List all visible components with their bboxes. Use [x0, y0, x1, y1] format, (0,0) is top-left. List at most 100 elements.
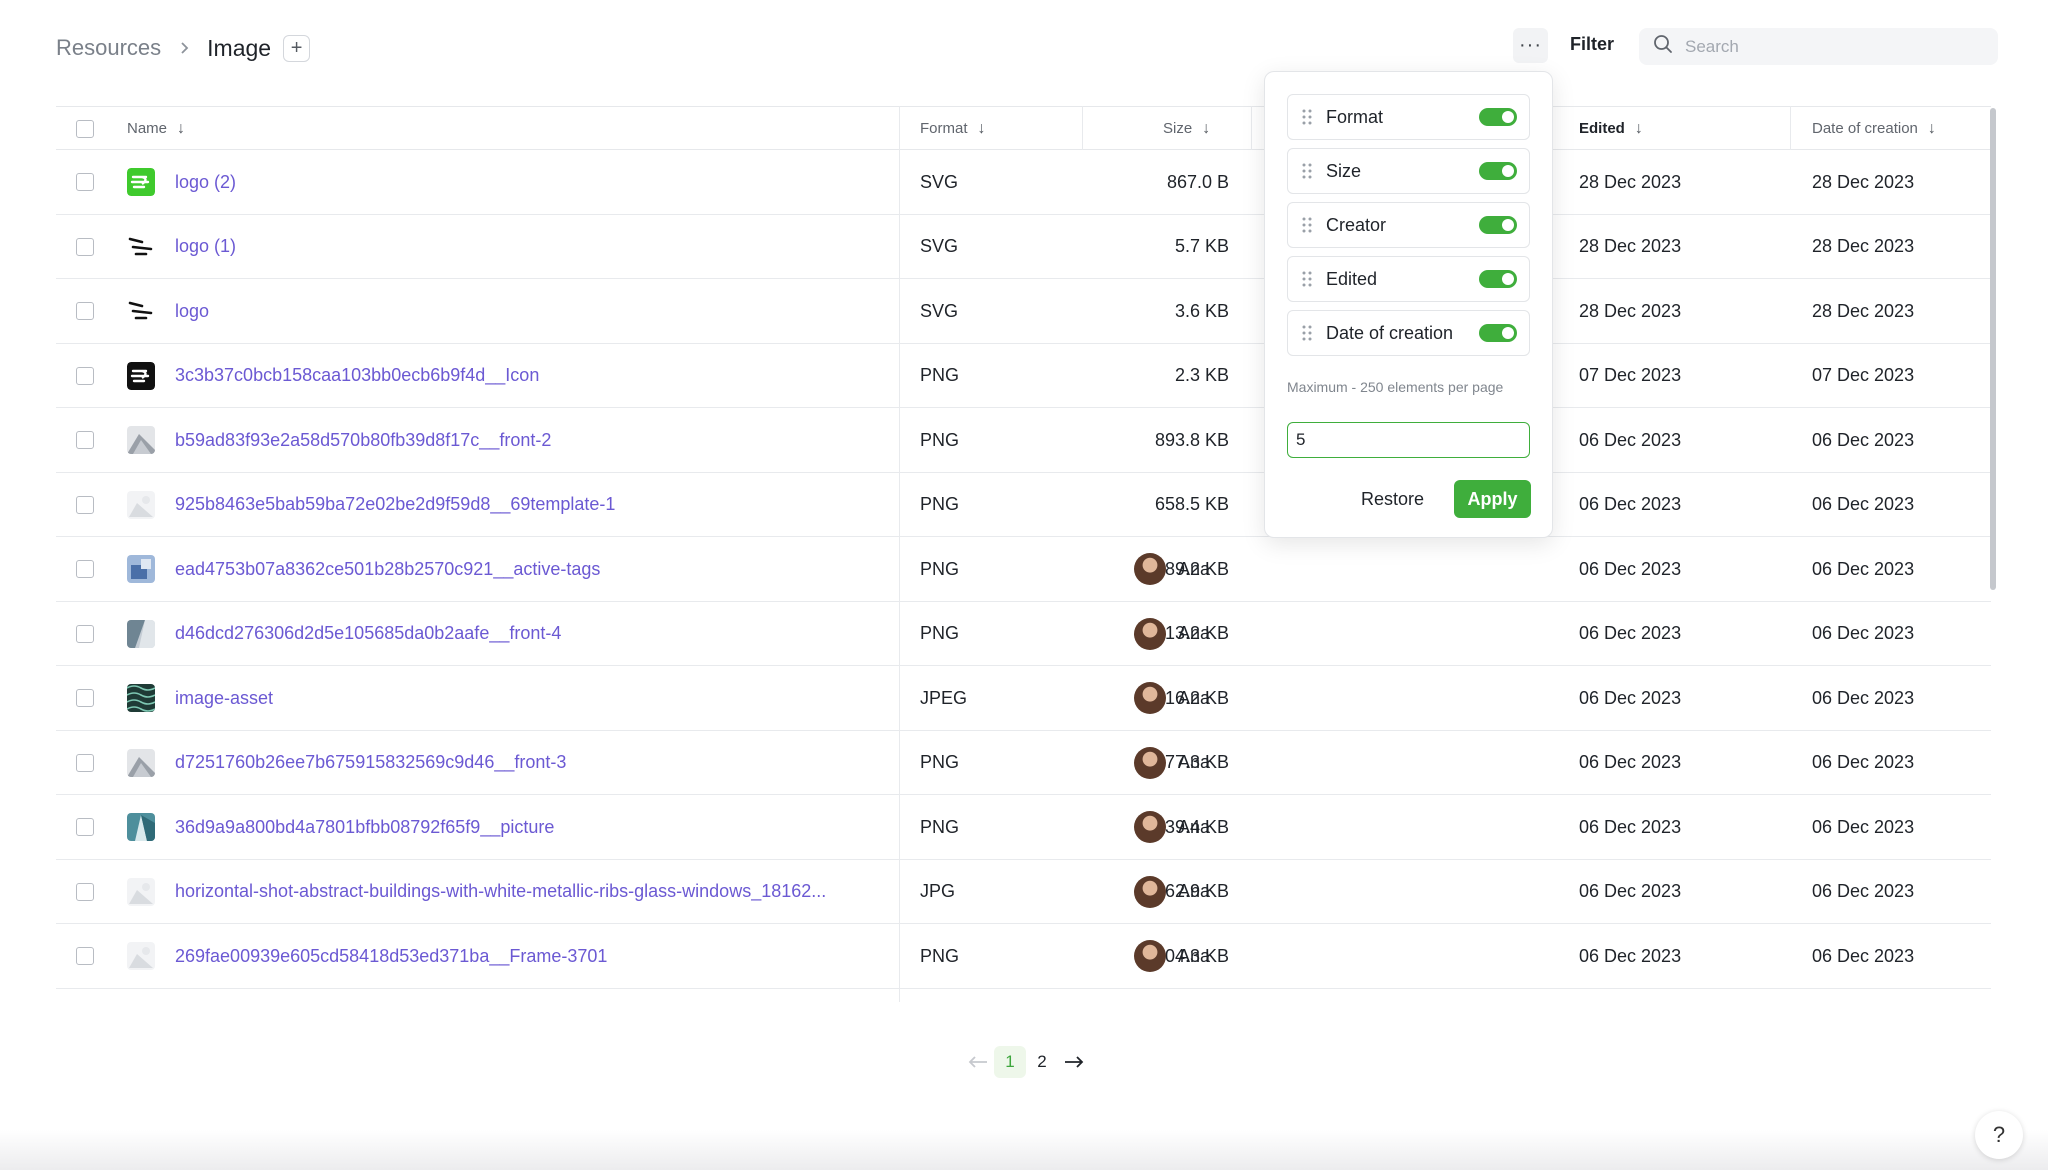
more-options-button[interactable]: ···	[1513, 28, 1548, 63]
column-toggle-item[interactable]: Format	[1287, 94, 1530, 140]
table-row[interactable]: 3c3b37c0bcb158caa103bb0ecb6b9f4d__Icon PN…	[56, 344, 1991, 408]
drag-handle-icon[interactable]	[1302, 163, 1312, 179]
table-row[interactable]: logo (1) SVG 5.7 KB 28 Dec 2023 28 Dec 2023	[56, 215, 1991, 279]
column-visibility-toggle[interactable]	[1479, 108, 1517, 126]
column-visibility-toggle[interactable]	[1479, 324, 1517, 342]
breadcrumb-resources-link[interactable]: Resources	[56, 35, 161, 61]
table-scrollbar[interactable]	[1990, 108, 1996, 590]
table-row[interactable]: 269fae00939e605cd58418d53ed371ba__Frame-…	[56, 924, 1991, 989]
page-2-button[interactable]: 2	[1026, 1046, 1058, 1078]
file-name-link[interactable]: logo (2)	[175, 172, 236, 193]
table-row[interactable]: ead4753b07a8362ce501b28b2570c921__active…	[56, 537, 1991, 602]
file-name-link[interactable]: 925b8463e5bab59ba72e02be2d9f59d8__69temp…	[175, 494, 615, 515]
table-row[interactable]: logo (2) SVG 867.0 B 28 Dec 2023 28 Dec 2023	[56, 150, 1991, 215]
row-checkbox[interactable]	[76, 495, 94, 514]
page-size-input[interactable]	[1287, 422, 1530, 458]
created-date-cell: 06 Dec 2023	[1812, 945, 1915, 966]
column-toggle-item[interactable]: Date of creation	[1287, 310, 1530, 356]
column-header-size[interactable]: Size ↓	[1163, 107, 1210, 150]
table-row[interactable]: horizontal-shot-abstract-buildings-with-…	[56, 860, 1991, 924]
name-cell: logo (1)	[127, 215, 236, 279]
column-toggle-item[interactable]: Size	[1287, 148, 1530, 194]
filter-button[interactable]: Filter	[1570, 34, 1614, 55]
help-button[interactable]: ?	[1975, 1111, 2023, 1159]
row-checkbox[interactable]	[76, 173, 94, 191]
column-header-edited[interactable]: Edited ↓	[1579, 107, 1643, 150]
creator-cell: Ana	[1134, 795, 1210, 859]
row-checkbox[interactable]	[76, 624, 94, 643]
table-row[interactable]: d7251760b26ee7b675915832569c9d46__front-…	[56, 731, 1991, 795]
name-cell: 36d9a9a800bd4a7801bfbb08792f65f9__pictur…	[127, 795, 554, 859]
select-all-checkbox[interactable]	[76, 119, 94, 138]
column-visibility-toggle[interactable]	[1479, 216, 1517, 234]
name-cell: d46dcd276306d2d5e105685da0b2aafe__front-…	[127, 602, 561, 666]
column-header-name[interactable]: Name ↓	[127, 107, 185, 150]
file-thumbnail	[127, 555, 155, 583]
file-thumbnail	[127, 361, 155, 390]
column-header-created[interactable]: Date of creation ↓	[1812, 107, 1936, 150]
row-select-cell	[76, 408, 94, 472]
drag-handle-icon[interactable]	[1302, 109, 1312, 125]
row-checkbox[interactable]	[76, 366, 94, 385]
row-checkbox[interactable]	[76, 560, 94, 578]
row-checkbox[interactable]	[76, 947, 94, 965]
previous-page-button[interactable]	[962, 1046, 994, 1078]
file-name-link[interactable]: logo	[175, 301, 209, 322]
table-row[interactable]: d46dcd276306d2d5e105685da0b2aafe__front-…	[56, 602, 1991, 666]
table-row[interactable]: logo SVG 3.6 KB 28 Dec 2023 28 Dec 2023	[56, 279, 1991, 344]
drag-handle-icon[interactable]	[1302, 217, 1312, 233]
apply-button[interactable]: Apply	[1454, 480, 1531, 518]
sort-arrow-icon: ↓	[1202, 119, 1211, 137]
page-1-button[interactable]: 1	[994, 1046, 1026, 1078]
column-visibility-toggle[interactable]	[1479, 270, 1517, 288]
file-name-link[interactable]: 36d9a9a800bd4a7801bfbb08792f65f9__pictur…	[175, 817, 554, 838]
creator-cell: Ana	[1134, 731, 1210, 795]
search-input[interactable]	[1685, 36, 1965, 57]
restore-button[interactable]: Restore	[1361, 480, 1424, 518]
row-checkbox[interactable]	[76, 882, 94, 901]
next-page-button[interactable]	[1058, 1046, 1090, 1078]
table-row[interactable]: 36d9a9a800bd4a7801bfbb08792f65f9__pictur…	[56, 795, 1991, 860]
row-checkbox[interactable]	[76, 753, 94, 772]
name-cell: ead4753b07a8362ce501b28b2570c921__active…	[127, 537, 600, 601]
file-thumbnail	[127, 232, 155, 261]
file-name-link[interactable]: horizontal-shot-abstract-buildings-with-…	[175, 881, 826, 902]
row-checkbox[interactable]	[76, 237, 94, 256]
name-cell: 269fae00939e605cd58418d53ed371ba__Frame-…	[127, 924, 607, 988]
table-row[interactable]: b59ad83f93e2a58d570b80fb39d8f17c__front-…	[56, 408, 1991, 473]
created-date-cell: 06 Dec 2023	[1812, 687, 1915, 708]
size-cell: 3.6 KB	[1174, 300, 1229, 321]
format-cell: PNG	[920, 752, 960, 772]
file-name-link[interactable]: d46dcd276306d2d5e105685da0b2aafe__front-…	[175, 623, 561, 644]
creator-name: Ana	[1178, 623, 1211, 643]
row-select-cell	[76, 860, 94, 924]
column-visibility-toggle[interactable]	[1479, 162, 1517, 180]
drag-handle-icon[interactable]	[1302, 325, 1312, 341]
file-name-link[interactable]: 269fae00939e605cd58418d53ed371ba__Frame-…	[175, 946, 607, 967]
add-image-button[interactable]: +	[283, 34, 311, 62]
row-checkbox[interactable]	[76, 689, 94, 707]
row-checkbox[interactable]	[76, 302, 94, 320]
column-toggle-label: Size	[1326, 160, 1362, 181]
created-date-cell: 06 Dec 2023	[1812, 816, 1915, 837]
table-row[interactable]: 925b8463e5bab59ba72e02be2d9f59d8__69temp…	[56, 473, 1991, 537]
column-toggle-item[interactable]: Edited	[1287, 256, 1530, 302]
file-name-link[interactable]: b59ad83f93e2a58d570b80fb39d8f17c__front-…	[175, 430, 551, 451]
row-checkbox[interactable]	[76, 818, 94, 836]
column-divider	[1251, 106, 1252, 150]
file-name-link[interactable]: ead4753b07a8362ce501b28b2570c921__active…	[175, 559, 600, 580]
file-name-link[interactable]: d7251760b26ee7b675915832569c9d46__front-…	[175, 752, 566, 773]
column-toggle-item[interactable]: Creator	[1287, 202, 1530, 248]
format-cell: PNG	[920, 365, 960, 385]
size-cell: 658.5 KB	[1154, 494, 1229, 514]
drag-handle-icon[interactable]	[1302, 271, 1312, 287]
file-name-link[interactable]: logo (1)	[175, 236, 236, 257]
avatar	[1134, 746, 1166, 779]
table-row[interactable]: image-asset JPEG 716.2 KB Ana 06 Dec 2023 06 …	[56, 666, 1991, 731]
creator-cell: Ana	[1134, 602, 1210, 666]
column-header-format[interactable]: Format ↓	[920, 107, 986, 150]
file-name-link[interactable]: 3c3b37c0bcb158caa103bb0ecb6b9f4d__Icon	[175, 365, 539, 386]
row-checkbox[interactable]	[76, 431, 94, 449]
file-name-link[interactable]: image-asset	[175, 688, 273, 709]
name-cell: b59ad83f93e2a58d570b80fb39d8f17c__front-…	[127, 408, 551, 472]
